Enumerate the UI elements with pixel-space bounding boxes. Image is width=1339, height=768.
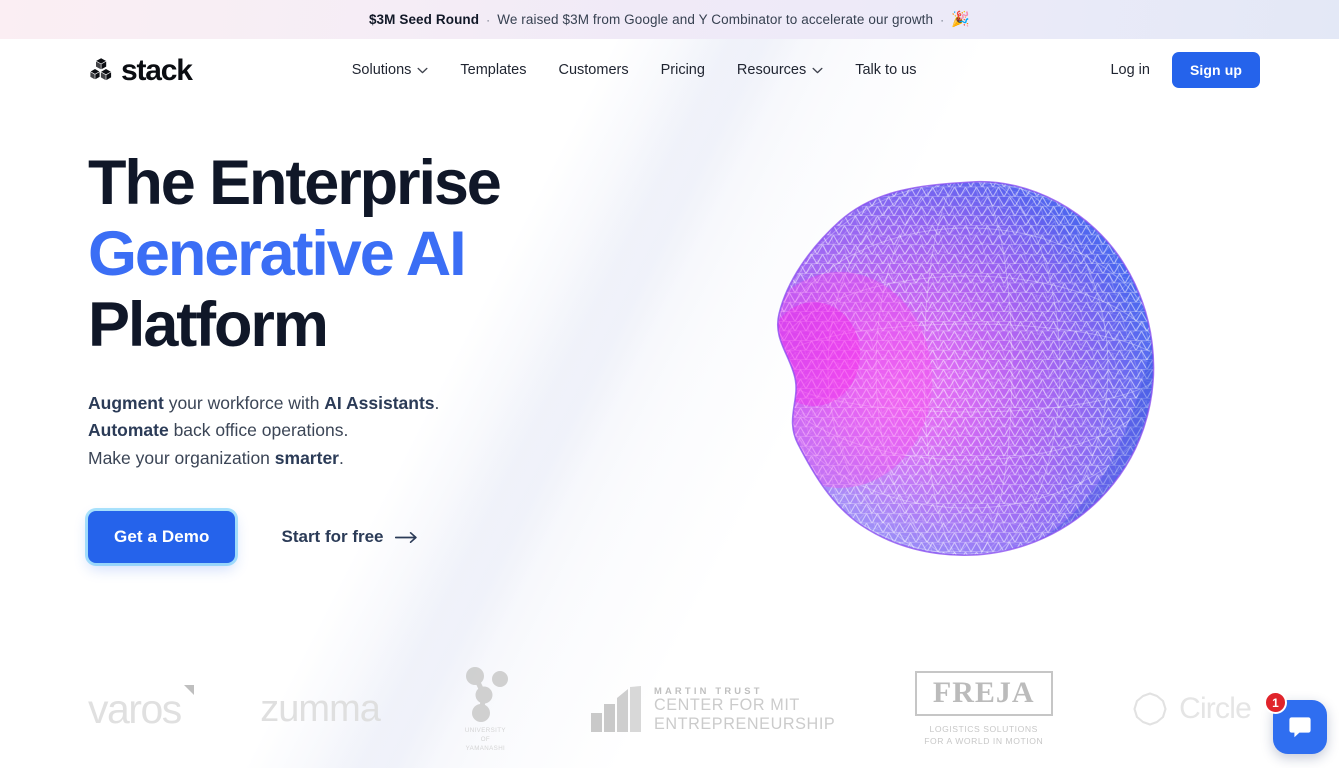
subheading-text: back office operations. <box>168 420 349 441</box>
nav-item-label: Pricing <box>660 62 705 78</box>
hero-section: The Enterprise Generative AI Platform Au… <box>0 101 1339 563</box>
logo-wordmark: stack <box>121 54 193 87</box>
subheading-bold-automate: Automate <box>88 420 169 441</box>
get-a-demo-button[interactable]: Get a Demo <box>88 511 236 563</box>
client-logo-zumma: zumma <box>260 687 381 731</box>
sign-up-button[interactable]: Sign up <box>1171 52 1260 88</box>
freja-box: FREJA <box>914 670 1053 716</box>
start-for-free-label: Start for free <box>281 527 384 546</box>
nav-item-solutions[interactable]: Solutions <box>336 54 445 86</box>
nav-item-label: Solutions <box>351 62 412 78</box>
subheading-text: your workforce with <box>163 392 325 413</box>
stacked-cubes-icon <box>90 58 112 81</box>
nav-item-resources[interactable]: Resources <box>721 54 839 86</box>
hero-cta-row: Get a Demo Start for free <box>88 511 688 563</box>
client-logo-circle: Circle <box>1132 691 1252 727</box>
subheading-bold-augment: Augment <box>88 392 164 413</box>
yamanashi-line-3: YAMANASHI <box>465 745 506 753</box>
client-logo-university-of-yamanashi: UNIVERSITY OF YAMANASHI <box>459 665 511 754</box>
yamanashi-line-1: UNIVERSITY <box>464 726 506 734</box>
chat-unread-badge: 1 <box>1264 691 1287 714</box>
mit-main-line2: ENTREPRENEURSHIP <box>653 714 836 733</box>
nav-item-label: Customers <box>558 62 629 78</box>
varos-label: varos <box>88 685 182 732</box>
client-logo-freja: FREJA LOGISTICS SOLUTIONS FOR A WORLD IN… <box>914 670 1053 748</box>
subheading-text: Make your organization <box>88 448 275 469</box>
nav-links: Solutions Templates Customers Pricing Re… <box>336 54 933 86</box>
logo[interactable]: stack <box>88 54 193 87</box>
nav-item-pricing[interactable]: Pricing <box>645 54 721 86</box>
client-logo-strip: varos zumma UNIVERSITY OF YAMANASHI MART… <box>0 658 1339 768</box>
page-title: The Enterprise Generative AI Platform <box>88 148 688 362</box>
freja-tagline-line-2: FOR A WORLD IN MOTION <box>924 736 1044 746</box>
circle-octagon-icon <box>1133 692 1167 726</box>
chat-bubble-icon <box>1289 717 1311 738</box>
banner-lead-label: $3M Seed Round <box>368 12 480 27</box>
hero-subheading: Augment your workforce with AI Assistant… <box>88 390 688 473</box>
mit-wordmark: MARTIN TRUST CENTER FOR MIT ENTREPRENEUR… <box>654 685 835 734</box>
nav-item-talk-to-us[interactable]: Talk to us <box>839 54 932 86</box>
party-popper-emoji: 🎉 <box>951 11 971 28</box>
headline-line-2-accent: Generative AI <box>88 219 467 290</box>
nav-item-label: Talk to us <box>855 62 917 78</box>
subheading-bold-smarter: smarter <box>274 448 339 469</box>
banner-message: We raised $3M from Google and Y Combinat… <box>497 12 934 27</box>
banner-separator-2: · <box>940 12 945 27</box>
mit-top-label: MARTIN TRUST <box>653 684 763 696</box>
yamanashi-line-2: OF <box>480 735 491 743</box>
chat-widget: 1 <box>1264 691 1327 754</box>
nav-item-label: Resources <box>736 62 807 78</box>
client-logo-varos: varos <box>88 684 194 733</box>
chevron-down-icon <box>417 67 428 73</box>
arrow-right-icon <box>394 531 417 543</box>
varos-wordmark: varos <box>88 684 194 733</box>
freja-wordmark: FREJA <box>932 675 1035 709</box>
banner-separator-1: · <box>486 12 491 27</box>
chevron-down-icon <box>812 67 823 73</box>
main-navigation: stack Solutions Templates Customers Pric… <box>0 39 1339 101</box>
nav-item-templates[interactable]: Templates <box>444 54 542 86</box>
headline-line-3: Platform <box>88 290 329 361</box>
nav-actions: Log in Sign up <box>1108 52 1260 88</box>
nav-item-customers[interactable]: Customers <box>542 54 644 86</box>
hero-copy: The Enterprise Generative AI Platform Au… <box>88 148 688 563</box>
landing-page: $3M Seed Round · We raised $3M from Goog… <box>0 0 1339 768</box>
subheading-text: . <box>339 448 344 469</box>
freja-tagline: LOGISTICS SOLUTIONS FOR A WORLD IN MOTIO… <box>924 723 1043 748</box>
nav-item-label: Templates <box>460 62 527 78</box>
log-in-link[interactable]: Log in <box>1108 56 1152 84</box>
headline-line-1: The Enterprise <box>88 148 502 218</box>
yamanashi-caption: UNIVERSITY OF YAMANASHI <box>465 726 506 754</box>
subheading-bold-ai-assistants: AI Assistants <box>324 392 435 413</box>
freja-tagline-line-1: LOGISTICS SOLUTIONS <box>929 723 1038 734</box>
announcement-banner[interactable]: $3M Seed Round · We raised $3M from Goog… <box>0 0 1339 39</box>
yamanashi-molecule-icon <box>466 666 509 722</box>
start-for-free-link[interactable]: Start for free <box>281 527 417 547</box>
mit-bars-icon <box>590 686 641 732</box>
client-logo-mit-martin-trust-center: MARTIN TRUST CENTER FOR MIT ENTREPRENEUR… <box>590 685 835 734</box>
circle-wordmark: Circle <box>1179 692 1252 725</box>
varos-tick-icon <box>183 684 194 695</box>
subheading-text: . <box>434 392 440 413</box>
mit-main-line1: CENTER FOR MIT <box>653 695 800 714</box>
zumma-wordmark: zumma <box>260 687 381 730</box>
